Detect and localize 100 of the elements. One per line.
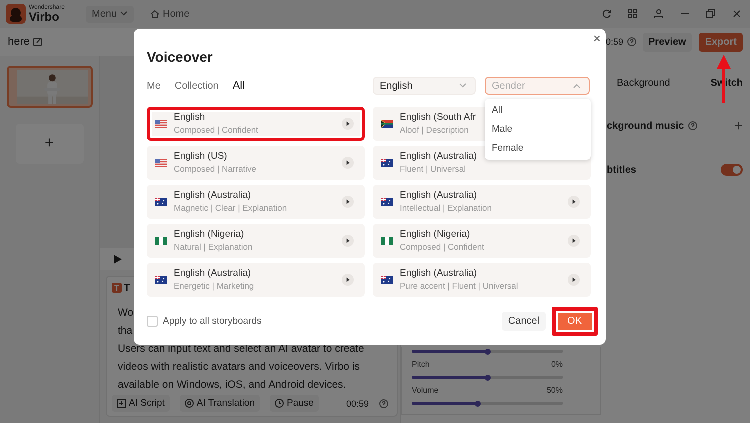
refresh-icon[interactable] [602, 9, 612, 19]
chevron-icon [573, 83, 581, 89]
slider-track[interactable] [412, 402, 563, 405]
voice-card[interactable]: English (Australia) Magnetic | Clear | Explanation [147, 185, 365, 219]
cancel-button[interactable]: Cancel [502, 312, 546, 330]
restore-icon[interactable] [706, 9, 716, 19]
app-logo: Virbo [29, 11, 60, 23]
pause-button[interactable]: Pause [270, 395, 319, 412]
help-icon[interactable] [379, 398, 389, 408]
play-icon[interactable] [114, 254, 122, 264]
duration-label: 00:59 [346, 398, 369, 408]
voice-name: English (Australia) [174, 190, 252, 202]
language-select[interactable]: English [373, 77, 476, 95]
voice-tags: Aloof | Description [400, 124, 476, 136]
ai-translation-button[interactable]: AI Translation [180, 395, 260, 412]
slider-value: 0% [551, 360, 563, 369]
voice-card[interactable]: English Composed | Confident [147, 107, 365, 141]
voice-name: English (US) [174, 151, 228, 163]
slider-label: Pitch [412, 360, 430, 369]
voice-card[interactable]: English (Nigeria) Composed | Confident [373, 224, 591, 258]
flag-icon [155, 198, 167, 206]
document-icon [117, 399, 126, 408]
help-icon[interactable] [688, 121, 698, 131]
tab[interactable]: Collection [174, 80, 219, 92]
storyboard-thumbnail[interactable] [6, 66, 92, 108]
background-music-label: ckground music [607, 120, 684, 132]
voice-name: English (Australia) [174, 268, 252, 280]
flag-icon [381, 276, 393, 284]
edit-icon[interactable] [33, 37, 44, 47]
play-button-icon[interactable] [342, 157, 354, 169]
chevron-down-icon [120, 11, 128, 17]
flag-icon [155, 159, 167, 167]
logo-icon [6, 4, 26, 24]
voice-card[interactable]: English (Australia) Energetic | Marketing [147, 263, 365, 297]
voice-name: English (Nigeria) [174, 229, 246, 241]
flag-icon [381, 237, 393, 245]
voice-tags: Intellectual | Explanation [400, 202, 492, 214]
voice-card[interactable]: English (Nigeria) Natural | Explanation [147, 224, 365, 258]
slider-label: Volume [412, 386, 439, 395]
play-button-icon[interactable] [568, 274, 580, 286]
voice-name: English (Australia) [400, 151, 478, 163]
slider-value: 50% [546, 386, 563, 395]
project-name: here [8, 36, 30, 48]
voice-tags: Fluent | Universal [400, 163, 478, 175]
voice-tags: Composed | Confident [400, 241, 484, 253]
voice-tags: Natural | Explanation [174, 241, 253, 253]
flag-icon [155, 120, 167, 128]
duration-label: 0:59 [604, 37, 624, 47]
voice-tags: Pure accent | Fluent | Universal [400, 280, 518, 292]
voice-tags: Composed | Narrative [174, 163, 257, 175]
voice-name: English (Australia) [400, 268, 478, 280]
script-text: tha [117, 324, 133, 339]
voice-card[interactable]: English (US) Composed | Narrative [147, 146, 365, 180]
chevron-icon [459, 83, 467, 89]
play-button-icon[interactable] [342, 196, 354, 208]
panel-title: T [124, 282, 130, 294]
user-icon[interactable] [654, 9, 664, 19]
flag-icon [155, 276, 167, 284]
dropdown-option[interactable]: Male [485, 120, 591, 139]
play-button-icon[interactable] [342, 235, 354, 247]
subtitles-label: btitles [607, 164, 636, 176]
voice-tags: Magnetic | Clear | Explanation [174, 202, 288, 214]
flag-icon [381, 159, 393, 167]
play-button-icon[interactable] [342, 274, 354, 286]
ai-script-button[interactable]: AI Script [112, 395, 170, 412]
voice-card[interactable]: English (Australia) Intellectual | Explanation [373, 185, 591, 219]
checkbox-label: Apply to all storyboards [163, 316, 262, 326]
voice-name: English (Australia) [400, 190, 478, 202]
voice-card[interactable]: English (Australia) Pure accent | Fluent | Universal [373, 263, 591, 297]
flag-icon [381, 120, 393, 128]
help-icon[interactable] [626, 37, 637, 47]
close-button[interactable]: × [593, 31, 601, 46]
voice-name: English [174, 112, 206, 124]
preview-button[interactable]: Preview [642, 32, 692, 52]
flag-icon [381, 198, 393, 206]
clock-icon [275, 399, 284, 408]
voice-name: English (South Afr [400, 112, 476, 124]
voice-tags: Energetic | Marketing [174, 280, 254, 292]
slider-track[interactable] [412, 350, 563, 353]
subtitles-toggle[interactable] [721, 164, 743, 176]
script-text: Wo [117, 306, 134, 321]
home-icon [150, 10, 160, 18]
play-button-icon[interactable] [568, 235, 580, 247]
tab[interactable]: All [232, 80, 246, 92]
translate-icon [184, 399, 194, 408]
slider-track[interactable] [412, 376, 563, 379]
flag-icon [155, 237, 167, 245]
close-icon[interactable] [732, 9, 742, 19]
add-music-button[interactable]: + [734, 118, 743, 134]
text-badge: T [112, 283, 122, 293]
play-button-icon[interactable] [568, 196, 580, 208]
background-label: Background [617, 78, 670, 88]
voice-name: English (Nigeria) [400, 229, 472, 241]
dialog-title: Voiceover [147, 49, 213, 67]
grid-icon[interactable] [628, 9, 638, 19]
play-button-icon[interactable] [342, 118, 354, 130]
voice-tags: Composed | Confident [174, 124, 258, 136]
add-storyboard-button[interactable]: + [16, 124, 84, 164]
checkbox[interactable] [147, 316, 158, 326]
tab[interactable]: Me [147, 80, 161, 92]
